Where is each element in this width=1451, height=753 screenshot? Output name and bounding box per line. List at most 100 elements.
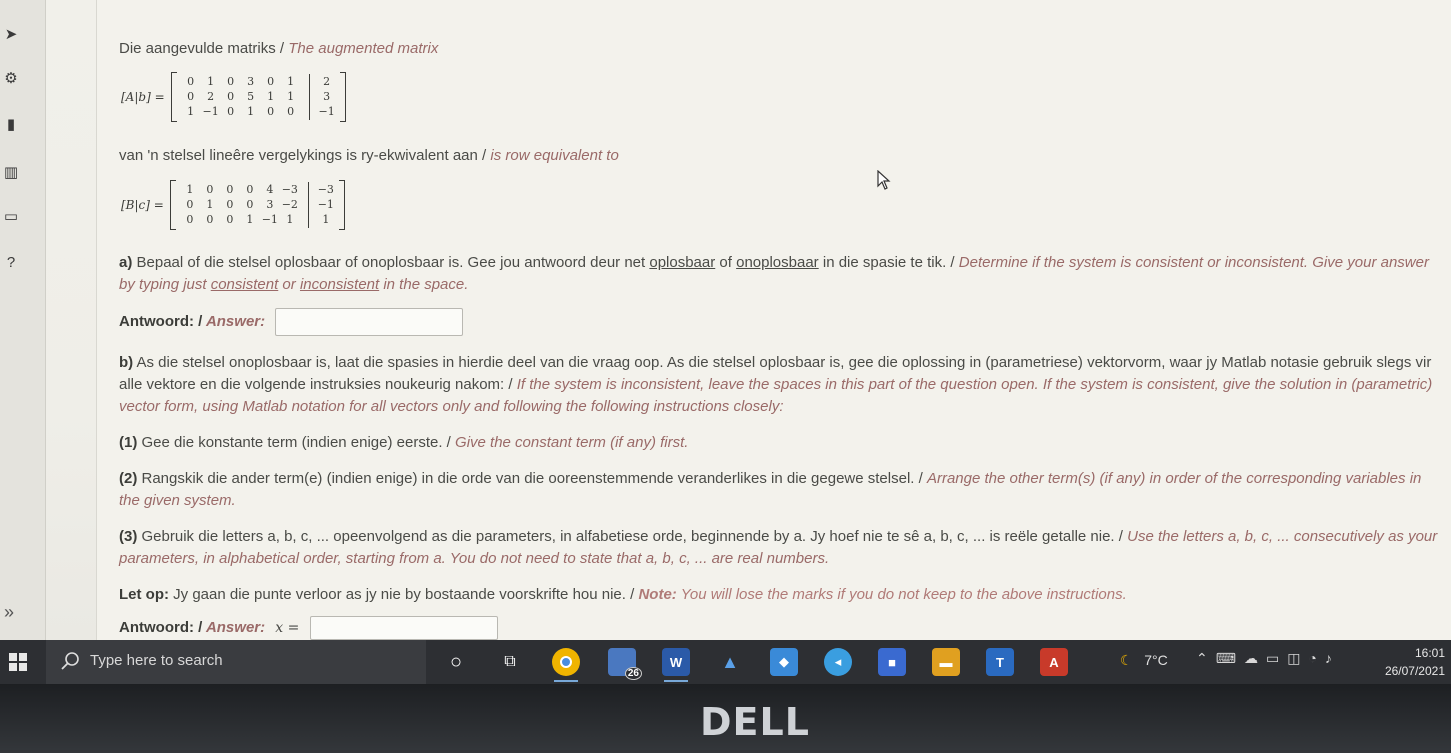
instruction-number: (2) xyxy=(119,470,138,487)
matrix-cell: 0 xyxy=(226,213,234,226)
matrix-a-b: [A|b] = 0 1 0 3 0 1 0 2 0 5 1 1 1 −1 0 1… xyxy=(121,72,346,122)
cortana-icon[interactable]: ○ xyxy=(442,648,470,676)
matrix-cell: 0 xyxy=(187,90,195,103)
matrix-cell: −3 xyxy=(281,183,298,196)
matrix-cell: 1 xyxy=(287,90,295,103)
navigation-icon[interactable]: ➤ xyxy=(0,24,22,46)
folder-icon[interactable]: ▭ xyxy=(0,206,22,228)
taskbar-clock[interactable]: 16:01 26/07/2021 xyxy=(1385,644,1445,680)
matrix-cell: −2 xyxy=(281,198,298,211)
matrix-b-grid: 1 0 0 0 4 −3 0 1 0 0 3 −2 0 0 0 1 −1 1 xyxy=(176,183,304,227)
instruction-2: (2) Rangskik die ander term(e) (indien e… xyxy=(119,468,1439,512)
task-view-icon[interactable]: ⧉ xyxy=(496,648,524,676)
instruction-af: Gebruik die letters a, b, c, ... opeenvo… xyxy=(137,528,1115,545)
part-a-af: in die spasie te tik. xyxy=(818,254,947,271)
instruction-1: (1) Gee die konstante term (indien enige… xyxy=(119,432,1439,454)
windows-start-icon[interactable] xyxy=(8,652,28,672)
zoom-icon[interactable]: ■ xyxy=(878,648,906,676)
equiv-af: van 'n stelsel lineêre vergelykings is r… xyxy=(119,147,478,164)
note-en: You will lose the marks if you do not ke… xyxy=(676,586,1127,603)
pdf-reader-icon[interactable]: A xyxy=(1040,648,1068,676)
matrix-cell: 0 xyxy=(226,183,234,196)
matrix-cell: 0 xyxy=(187,75,195,88)
note-label-af: Let op: xyxy=(119,586,169,603)
grades-chart-icon[interactable]: ▥ xyxy=(0,162,22,184)
weather-widget[interactable]: ☾ 7°C xyxy=(1120,652,1168,669)
help-icon[interactable]: ? xyxy=(0,252,22,274)
mail-icon[interactable]: 26 xyxy=(608,648,642,680)
note-label-en: Note: xyxy=(638,586,677,603)
windows-taskbar: Type here to search ○ ⧉ 26 W ▲ ◆ ◂ ■ ▬ T… xyxy=(0,640,1451,684)
part-a-af: of xyxy=(715,254,737,271)
volume-icon[interactable]: ♪ xyxy=(1325,650,1340,666)
matrix-cell: 1 xyxy=(206,198,214,211)
matrix-cell: 1 xyxy=(286,213,294,226)
matlab-icon[interactable]: ▲ xyxy=(716,648,744,676)
teams-icon[interactable]: T xyxy=(986,648,1014,676)
sep: / xyxy=(625,586,639,603)
battery-icon[interactable]: ▭ xyxy=(1266,650,1287,666)
part-b-question: b) As die stelsel onoplosbaar is, laat d… xyxy=(119,352,1439,418)
answer-b-variable: x = xyxy=(275,619,300,636)
photos-icon[interactable]: ◆ xyxy=(770,648,798,676)
dell-logo: DELL xyxy=(700,700,810,744)
system-tray[interactable]: ⌃⌨☁▭◫◔♪ xyxy=(1196,650,1340,667)
instruction-af: Gee die konstante term (indien enige) ee… xyxy=(137,434,443,451)
matrix-cell: 0 xyxy=(206,213,214,226)
wifi-icon[interactable]: ◔ xyxy=(1308,650,1324,666)
chevron-up-icon[interactable]: ⌃ xyxy=(1196,650,1216,666)
answer-b-label-en: Answer: xyxy=(202,618,266,636)
answer-a-label-af: Antwoord: / xyxy=(119,312,203,330)
part-a-en-word: inconsistent xyxy=(299,276,380,293)
word-icon[interactable]: W xyxy=(662,648,690,682)
gear-icon[interactable]: ⚙ xyxy=(0,68,22,90)
matrix-cell: −1 xyxy=(318,105,335,118)
matrix-cell: −1 xyxy=(317,198,334,211)
answer-a-input[interactable] xyxy=(275,308,464,336)
app-icon[interactable]: ◂ xyxy=(824,648,852,676)
instruction-en: Give the constant term (if any) first. xyxy=(455,434,689,451)
part-a-en: in the space. xyxy=(379,276,469,293)
equiv-en: is row equivalent to xyxy=(490,147,619,164)
instruction-3: (3) Gebruik die letters a, b, c, ... ope… xyxy=(119,526,1439,570)
warning-note: Let op: Jy gaan die punte verloor as jy … xyxy=(119,584,1439,606)
matrix-a-label: [A|b] = xyxy=(121,90,165,104)
answer-a-label-en: Answer: xyxy=(202,312,266,330)
network-icon[interactable]: ◫ xyxy=(1287,650,1308,666)
screen: ➤ ⚙ ▮ ▥ ▭ ? » Die aangevulde matriks / T… xyxy=(0,0,1451,684)
matrix-cell: 1 xyxy=(187,105,195,118)
part-a-af-word: onoplosbaar xyxy=(736,254,819,271)
matrix-cell: 5 xyxy=(247,90,255,103)
matrix-cell: 2 xyxy=(323,75,331,88)
part-a-en-word: consistent xyxy=(210,276,279,293)
bookmark-icon[interactable]: ▮ xyxy=(0,114,22,136)
matrix-cell: 2 xyxy=(207,90,215,103)
matrix-cell: 3 xyxy=(247,75,255,88)
answer-b-input[interactable] xyxy=(309,616,498,640)
matrix-cell: 1 xyxy=(246,213,254,226)
moon-icon: ☾ xyxy=(1120,652,1133,668)
chrome-icon[interactable] xyxy=(552,648,580,682)
taskbar-search-box[interactable]: Type here to search xyxy=(46,640,426,684)
instruction-number: (3) xyxy=(119,528,138,545)
matrix-cell: 0 xyxy=(267,75,275,88)
part-a-en: or xyxy=(278,276,300,293)
clock-time: 16:01 xyxy=(1414,646,1445,660)
keyboard-icon[interactable]: ⌨ xyxy=(1216,650,1244,666)
matrix-cell: 0 xyxy=(246,183,254,196)
clock-date: 26/07/2021 xyxy=(1384,664,1445,678)
matrix-cell: 0 xyxy=(267,105,275,118)
right-bracket xyxy=(339,72,346,122)
mail-badge: 26 xyxy=(624,667,642,680)
matrix-cell: 3 xyxy=(323,90,331,103)
expand-panel-icon[interactable]: » xyxy=(4,602,14,623)
matrix-b-c: [B|c] = 1 0 0 0 4 −3 0 1 0 0 3 −2 0 0 0 … xyxy=(121,180,345,230)
heading-en: The augmented matrix xyxy=(288,40,439,57)
file-explorer-icon[interactable]: ▬ xyxy=(932,648,960,676)
augment-separator xyxy=(308,74,310,120)
row-equivalent-text: van 'n stelsel lineêre vergelykings is r… xyxy=(119,145,1439,167)
matrix-b-label: [B|c] = xyxy=(121,198,164,212)
monitor-bezel: DELL xyxy=(0,684,1451,753)
cloud-icon[interactable]: ☁ xyxy=(1244,650,1266,666)
matrix-cell: 0 xyxy=(186,213,194,226)
